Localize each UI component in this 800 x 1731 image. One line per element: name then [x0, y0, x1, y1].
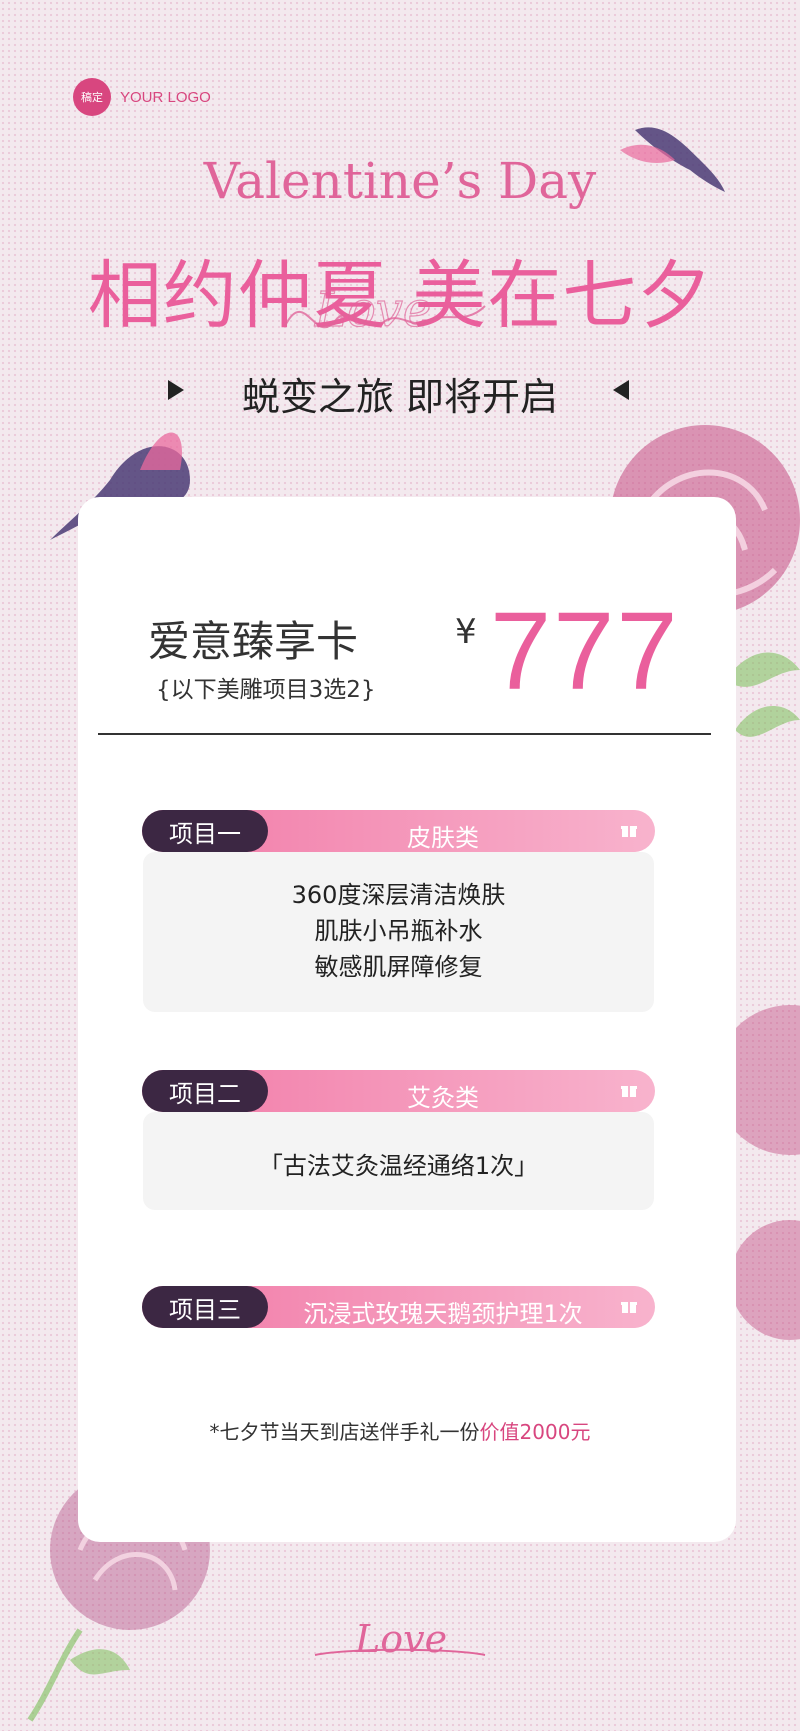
love-script-text: Love [314, 282, 431, 338]
triangle-left-icon [613, 380, 629, 400]
subline: 蜕变之旅 即将开启 [241, 375, 559, 419]
item-1-label: 项目一 [142, 810, 268, 852]
item-1-line: 肌肤小吊瓶补水 [314, 917, 483, 945]
love-script-decoration: Love [284, 281, 486, 339]
logo-badge: 稿定 [73, 78, 111, 116]
gift-note-highlight: 价值2000元 [479, 1420, 591, 1444]
item-1-line: 360度深层清洁焕肤 [291, 881, 506, 909]
currency-symbol: ¥ [455, 612, 477, 652]
item-1-line: 敏感肌屏障修复 [314, 953, 483, 981]
logo-text: YOUR LOGO [120, 89, 211, 106]
gift-icon [621, 1086, 637, 1097]
item-2-line: 「古法艾灸温经通络1次」 [258, 1152, 539, 1180]
card-title: 爱意臻享卡 [148, 617, 359, 666]
footer-script-text: Love [354, 1617, 447, 1661]
item-1-category: 皮肤类 [407, 824, 479, 852]
card-subtitle: {以下美雕项目3选2} [156, 677, 376, 703]
divider [98, 733, 711, 735]
gift-note-text: *七夕节当天到店送伴手礼一份 [209, 1420, 480, 1444]
gift-icon [621, 1302, 637, 1313]
item-1-panel: 360度深层清洁焕肤 肌肤小吊瓶补水 敏感肌屏障修复 [143, 852, 654, 1012]
gift-icon [621, 826, 637, 837]
gift-note: *七夕节当天到店送伴手礼一份价值2000元 [0, 1416, 800, 1445]
love-script-footer: Love [314, 1617, 486, 1661]
item-3-category: 沉浸式玫瑰天鹅颈护理1次 [303, 1300, 583, 1328]
price: 777 [490, 590, 680, 713]
item-2-label: 项目二 [142, 1070, 268, 1112]
item-2-category: 艾灸类 [407, 1084, 479, 1112]
english-title: Valentine’s Day [203, 152, 597, 210]
item-3-label: 项目三 [142, 1286, 268, 1328]
item-2-panel: 「古法艾灸温经通络1次」 [143, 1112, 654, 1210]
